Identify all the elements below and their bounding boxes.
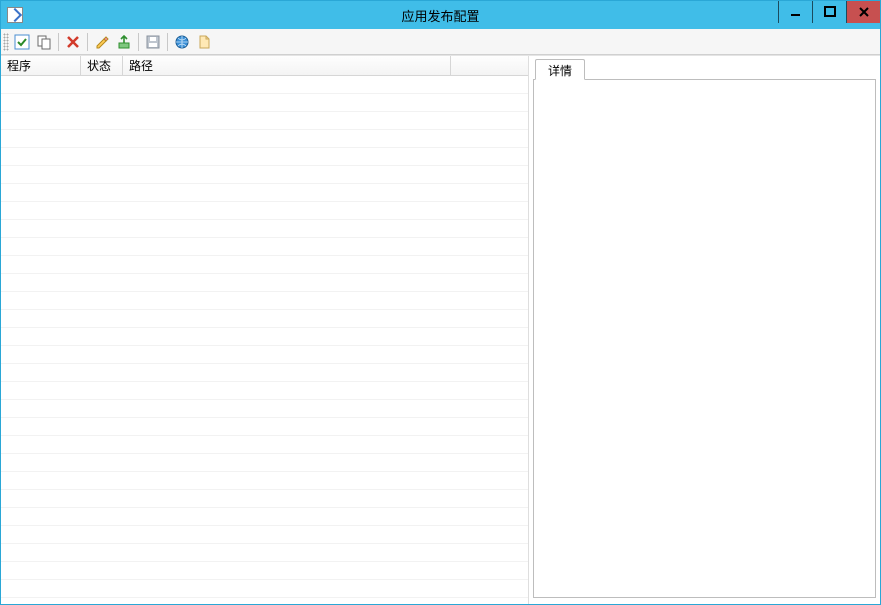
toolbar-separator bbox=[138, 33, 139, 51]
close-button[interactable] bbox=[846, 1, 880, 23]
table-row bbox=[1, 490, 528, 508]
detail-panel bbox=[533, 80, 876, 598]
table-row bbox=[1, 166, 528, 184]
title-bar: 应用发布配置 bbox=[1, 1, 880, 29]
main-body: 程序 状态 路径 bbox=[1, 55, 880, 604]
minimize-button[interactable] bbox=[778, 1, 812, 23]
close-icon bbox=[856, 4, 872, 20]
toolbar-separator bbox=[58, 33, 59, 51]
table-row bbox=[1, 76, 528, 94]
delete-icon bbox=[65, 34, 81, 50]
table-row bbox=[1, 112, 528, 130]
table-row bbox=[1, 130, 528, 148]
window-controls bbox=[778, 1, 880, 23]
delete-button[interactable] bbox=[62, 31, 84, 53]
web-button[interactable] bbox=[171, 31, 193, 53]
table-row bbox=[1, 454, 528, 472]
document-icon bbox=[196, 34, 212, 50]
toolbar-separator bbox=[167, 33, 168, 51]
grid-header: 程序 状态 路径 bbox=[1, 56, 528, 76]
window-title: 应用发布配置 bbox=[1, 6, 880, 25]
save-icon bbox=[145, 34, 161, 50]
select-all-icon bbox=[14, 34, 30, 50]
maximize-icon bbox=[822, 4, 838, 20]
table-row bbox=[1, 292, 528, 310]
web-icon bbox=[174, 34, 190, 50]
table-row bbox=[1, 148, 528, 166]
table-row bbox=[1, 238, 528, 256]
table-row bbox=[1, 364, 528, 382]
left-pane: 程序 状态 路径 bbox=[1, 56, 529, 604]
table-row bbox=[1, 310, 528, 328]
maximize-button[interactable] bbox=[812, 1, 846, 23]
toolbar-grip bbox=[3, 33, 9, 51]
table-row bbox=[1, 202, 528, 220]
export-button[interactable] bbox=[113, 31, 135, 53]
edit-icon bbox=[94, 34, 110, 50]
export-icon bbox=[116, 34, 132, 50]
table-row bbox=[1, 418, 528, 436]
grid-body[interactable] bbox=[1, 76, 528, 604]
app-icon bbox=[7, 7, 23, 23]
column-header-extra[interactable] bbox=[451, 56, 528, 75]
table-row bbox=[1, 256, 528, 274]
minimize-icon bbox=[788, 4, 804, 20]
copy-button[interactable] bbox=[33, 31, 55, 53]
toolbar-separator bbox=[87, 33, 88, 51]
table-row bbox=[1, 508, 528, 526]
app-window: 应用发布配置 bbox=[0, 0, 881, 605]
table-row bbox=[1, 220, 528, 238]
table-row bbox=[1, 526, 528, 544]
tab-strip: 详情 bbox=[533, 58, 876, 80]
table-row bbox=[1, 436, 528, 454]
table-row bbox=[1, 472, 528, 490]
save-button[interactable] bbox=[142, 31, 164, 53]
column-header-status[interactable]: 状态 bbox=[81, 56, 123, 75]
table-row bbox=[1, 328, 528, 346]
column-header-path[interactable]: 路径 bbox=[123, 56, 451, 75]
table-row bbox=[1, 400, 528, 418]
table-row bbox=[1, 562, 528, 580]
table-row bbox=[1, 382, 528, 400]
select-all-button[interactable] bbox=[11, 31, 33, 53]
edit-button[interactable] bbox=[91, 31, 113, 53]
table-row bbox=[1, 544, 528, 562]
table-row bbox=[1, 274, 528, 292]
table-row bbox=[1, 94, 528, 112]
table-row bbox=[1, 184, 528, 202]
document-button[interactable] bbox=[193, 31, 215, 53]
right-pane: 详情 bbox=[529, 56, 880, 604]
toolbar bbox=[1, 29, 880, 55]
tab-detail[interactable]: 详情 bbox=[535, 59, 585, 80]
copy-icon bbox=[36, 34, 52, 50]
table-row bbox=[1, 346, 528, 364]
table-row bbox=[1, 580, 528, 598]
column-header-program[interactable]: 程序 bbox=[1, 56, 81, 75]
